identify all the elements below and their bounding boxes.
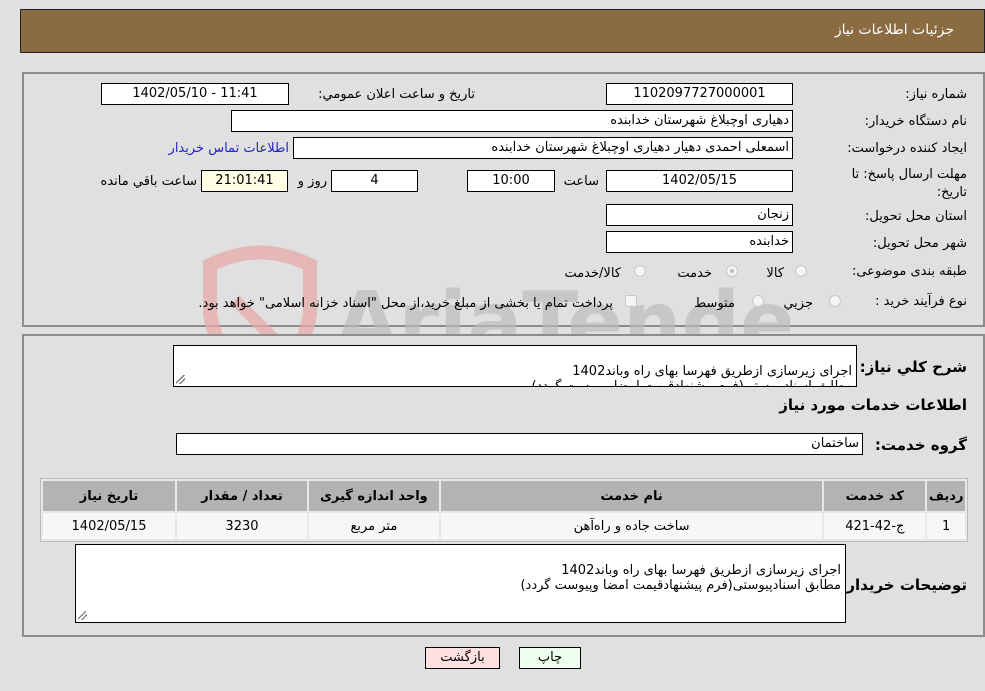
cell-service-name: ساخت جاده و راه‌آهن <box>440 513 823 539</box>
province-label: استان محل تحویل: <box>865 209 967 224</box>
category-option-goods: کالا <box>766 266 784 281</box>
purchase-type-option-medium: متوسط <box>694 296 735 311</box>
col-header-row-number: ردیف <box>927 481 965 511</box>
services-table: ردیف کد خدمت نام خدمت واحد اندازه گیری ت… <box>40 478 968 542</box>
col-header-service-code: کد خدمت <box>824 481 926 511</box>
deadline-date-field[interactable]: 1402/05/15 <box>606 170 793 192</box>
need-number-field[interactable]: 1102097727000001 <box>606 83 793 105</box>
resize-grip-icon[interactable] <box>78 611 87 620</box>
category-radio-goods-service[interactable] <box>634 265 646 277</box>
requester-field[interactable]: اسمعلی احمدی دهیار دهیاری اوچبلاغ شهرستا… <box>293 137 793 159</box>
buyer-notes-label: توضیحات خریدار: <box>840 576 967 594</box>
description-textarea[interactable]: اجرای زیرسازی ازطریق فهرسا بهای راه وبان… <box>173 345 857 387</box>
city-label: شهر محل تحویل: <box>872 236 967 251</box>
table-row: 1 ج-42-421 ساخت جاده و راه‌آهن متر مربع … <box>43 513 965 539</box>
service-group-field[interactable]: ساختمان <box>176 433 863 455</box>
purchase-type-label: نوع فرآیند خرید : <box>875 294 967 309</box>
category-label: طبقه بندی موضوعی: <box>851 264 967 279</box>
col-header-service-name: نام خدمت <box>440 481 823 511</box>
back-button[interactable]: بازگشت <box>425 647 500 669</box>
requester-label: ایجاد کننده درخواست: <box>847 141 967 156</box>
cell-service-code: ج-42-421 <box>824 513 926 539</box>
announce-datetime-label: تاریخ و ساعت اعلان عمومي: <box>318 87 475 102</box>
buyer-org-label: نام دستگاه خریدار: <box>864 114 967 129</box>
remaining-time-label: ساعت باقي مانده <box>100 174 197 189</box>
category-option-service: خدمت <box>677 266 712 281</box>
province-field[interactable]: زنجان <box>606 204 793 226</box>
cell-unit: متر مربع <box>308 513 439 539</box>
remaining-time-field: 21:01:41 <box>201 170 288 192</box>
service-group-label: گروه خدمت: <box>874 436 967 454</box>
purchase-type-radio-minor[interactable] <box>829 295 841 307</box>
cell-row-number: 1 <box>927 513 965 539</box>
need-number-label: شماره نیاز: <box>905 87 967 102</box>
category-option-goods-service: کالا/خدمت <box>564 266 621 281</box>
buyer-contact-link[interactable]: اطلاعات تماس خریدار <box>169 141 289 156</box>
remaining-days-field[interactable]: 4 <box>331 170 418 192</box>
category-radio-service[interactable] <box>726 265 738 277</box>
purchase-type-option-minor: جزيي <box>783 296 813 311</box>
services-section-title: اطلاعات خدمات مورد نیاز <box>779 396 967 414</box>
cell-quantity: 3230 <box>177 513 307 539</box>
buyer-notes-textarea[interactable]: اجرای زیرسازی ازطریق فهرسا بهای راه وبان… <box>75 544 846 623</box>
cell-need-date: 1402/05/15 <box>43 513 176 539</box>
treasury-note: پرداخت تمام یا بخشی از مبلغ خرید،از محل … <box>198 296 613 311</box>
category-radio-goods[interactable] <box>795 265 807 277</box>
buyer-org-field[interactable]: دهیاری اوچبلاغ شهرستان خدابنده <box>231 110 793 132</box>
treasury-checkbox[interactable] <box>625 295 637 307</box>
col-header-unit: واحد اندازه گیری <box>308 481 439 511</box>
announce-datetime-field[interactable]: 1402/05/10 - 11:41 <box>101 83 289 105</box>
print-button[interactable]: چاپ <box>519 647 581 669</box>
page-title: جزئیات اطلاعات نیاز <box>834 22 954 38</box>
days-label: روز و <box>297 174 327 189</box>
city-field[interactable]: خدابنده <box>606 231 793 253</box>
table-header-row: ردیف کد خدمت نام خدمت واحد اندازه گیری ت… <box>43 481 965 511</box>
deadline-label: مهلت ارسال پاسخ: تا تاریخ: <box>851 167 967 200</box>
deadline-time-field[interactable]: 10:00 <box>467 170 555 192</box>
purchase-type-radio-medium[interactable] <box>752 295 764 307</box>
col-header-need-date: تاریخ نیاز <box>43 481 176 511</box>
deadline-time-label: ساعت <box>563 174 599 189</box>
page-header: جزئیات اطلاعات نیاز <box>20 9 985 53</box>
col-header-quantity: تعداد / مقدار <box>177 481 307 511</box>
buyer-notes-text: اجرای زیرسازی ازطریق فهرسا بهای راه وبان… <box>520 563 841 593</box>
description-label: شرح کلي نیاز: <box>859 358 967 376</box>
description-text: اجرای زیرسازی ازطریق فهرسا بهای راه وبان… <box>531 364 852 387</box>
resize-grip-icon[interactable] <box>176 375 185 384</box>
